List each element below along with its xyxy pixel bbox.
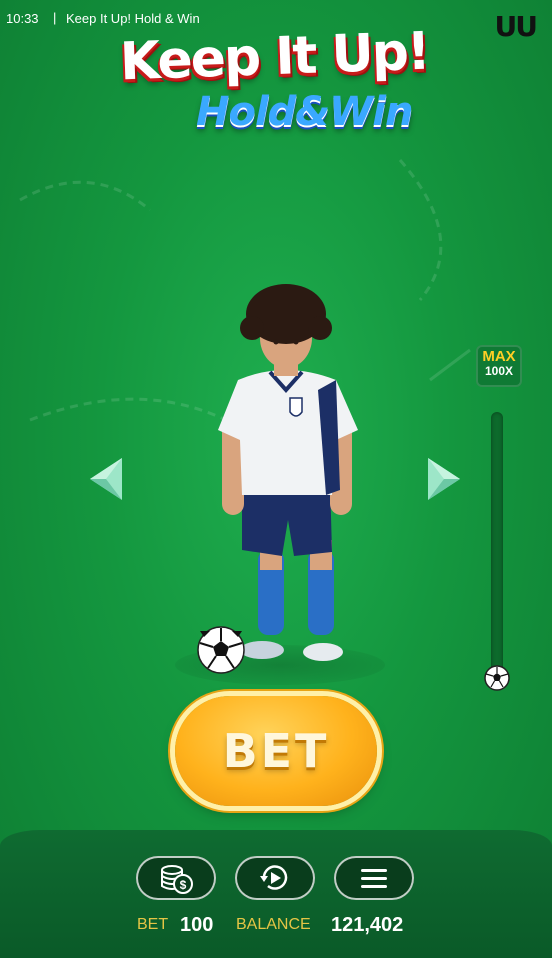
max-label: MAX — [482, 348, 516, 365]
chevron-left-icon[interactable] — [86, 454, 126, 504]
logo-subtitle: Hold&Win — [196, 89, 413, 135]
autoplay-icon — [260, 865, 288, 890]
coins-button[interactable]: $ — [136, 856, 216, 900]
balance-amount: 121,402 — [331, 914, 404, 936]
max-value: 100X — [484, 364, 514, 378]
slider-ball-handle[interactable] — [484, 665, 510, 691]
level-slider-track[interactable] — [491, 412, 503, 680]
bet-button-label: BET — [222, 724, 330, 778]
balance-label: BALANCE — [236, 916, 311, 933]
bet-button[interactable]: BET — [175, 696, 377, 806]
soccer-ball-icon — [197, 626, 245, 674]
status-time: 10:33 — [6, 11, 39, 26]
bet-amount: 100 — [180, 914, 214, 936]
hamburger-menu-icon — [361, 869, 387, 888]
bet-label: BET — [137, 916, 169, 933]
coins-icon: $ — [161, 865, 193, 894]
max-multiplier-badge: MAX 100X — [476, 345, 522, 387]
status-separator: | — [53, 10, 57, 25]
logo-title: Keep It Up! — [119, 21, 430, 93]
autoplay-button[interactable] — [235, 856, 315, 900]
game-logo: Keep It Up! Hold&Win — [0, 21, 552, 145]
menu-button[interactable] — [334, 856, 414, 900]
svg-text:$: $ — [180, 878, 187, 892]
window-title: Keep It Up! Hold & Win — [66, 11, 200, 26]
football-player-character — [218, 284, 358, 661]
chevron-right-icon[interactable] — [424, 454, 464, 504]
